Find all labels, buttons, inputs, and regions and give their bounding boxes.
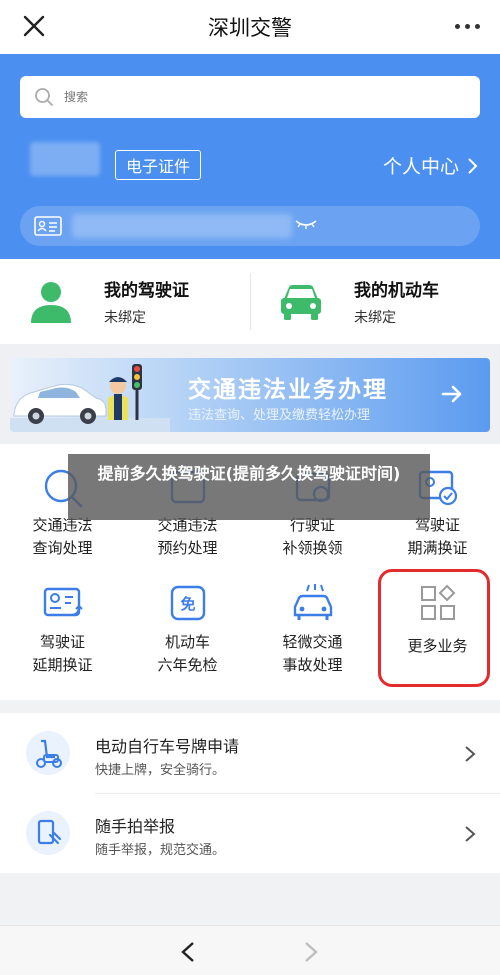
grid-label-line2: 补领换领: [282, 539, 343, 557]
id-card-icon: [34, 216, 62, 236]
card-status: 未绑定: [104, 310, 146, 326]
id-card-bar[interactable]: [20, 206, 480, 246]
grid-label-line2: 期满换证: [407, 539, 468, 557]
list-item-title: 电动自行车号牌申请: [95, 737, 240, 756]
scooter-icon: [26, 731, 70, 775]
list-item-subtitle: 快捷上牌，安全骑行。: [95, 763, 226, 778]
search-input[interactable]: [64, 90, 444, 104]
svg-text:免: 免: [180, 595, 195, 613]
forward-arrow-icon[interactable]: [303, 941, 319, 963]
chevron-right-icon: [465, 746, 476, 762]
list-item-title: 随手拍举报: [95, 817, 176, 836]
search-bar[interactable]: [20, 76, 480, 118]
inspection-exempt-icon: 免: [170, 585, 205, 621]
list-item-photo-report[interactable]: 随手拍举报 随手举报，规范交通。: [0, 793, 500, 873]
banner-illustration: [10, 364, 170, 432]
grid-label-line2: 预约处理: [157, 539, 218, 557]
grid-label-line1: 轻微交通: [282, 633, 343, 651]
grid-item-minor-accident[interactable]: 轻微交通 事故处理: [250, 581, 375, 677]
driver-license-card[interactable]: 我的驾驶证 未绑定: [0, 259, 250, 344]
vehicle-card[interactable]: 我的机动车 未绑定: [250, 259, 500, 344]
grid-item-license-extension[interactable]: 驾驶证 延期换证: [0, 581, 125, 677]
grid-label-line2: 六年免检: [157, 656, 218, 674]
id-number-masked: [72, 214, 292, 238]
list-item-subtitle: 随手举报，规范交通。: [95, 843, 226, 858]
service-list: 电动自行车号牌申请 快捷上牌，安全骑行。 随手拍举报 随手举报，规范交通。: [0, 713, 500, 873]
traffic-violation-banner[interactable]: 交通违法业务办理 违法查询、处理及缴费轻松办理: [10, 358, 490, 432]
banner-title: 交通违法业务办理: [188, 377, 388, 403]
grid-label-line1: 驾驶证: [39, 633, 85, 651]
grid-label-line1: 机动车: [164, 633, 210, 651]
close-icon[interactable]: [20, 12, 48, 40]
grid-label-line2: 查询处理: [32, 539, 93, 557]
chevron-right-icon: [468, 157, 478, 174]
license-extension-icon: [43, 587, 83, 617]
more-menu-icon[interactable]: [455, 24, 480, 29]
article-caption-overlay: 提前多久换驾驶证(提前多久换驾驶证时间): [68, 454, 430, 520]
search-icon: [35, 88, 53, 106]
grid-label-line2: 延期换证: [32, 656, 93, 674]
personal-center-link[interactable]: 个人中心: [383, 152, 478, 179]
card-status: 未绑定: [354, 310, 396, 326]
grid-label-line2: 事故处理: [282, 656, 343, 674]
phone-report-icon: [26, 811, 70, 855]
car-icon: [281, 284, 321, 320]
eye-closed-icon[interactable]: [294, 218, 318, 230]
arrow-right-icon: [441, 385, 462, 403]
back-arrow-icon[interactable]: [180, 941, 196, 963]
chevron-right-icon: [465, 826, 476, 842]
card-title: 我的驾驶证: [104, 281, 189, 301]
binding-cards: 我的驾驶证 未绑定 我的机动车 未绑定: [0, 259, 500, 344]
personal-center-label: 个人中心: [382, 156, 459, 178]
banner-section: 交通违法业务办理 违法查询、处理及缴费轻松办理: [0, 344, 500, 444]
banner-subtitle: 违法查询、处理及缴费轻松办理: [188, 408, 371, 423]
top-bar: 深圳交警: [0, 0, 500, 54]
avatar: [30, 142, 100, 176]
electronic-cert-button[interactable]: 电子证件: [115, 150, 202, 180]
more-services-highlight: [378, 569, 490, 687]
browser-nav-bar: [0, 925, 500, 975]
page-title: 深圳交警: [208, 16, 292, 40]
list-item-ebike-plate[interactable]: 电动自行车号牌申请 快捷上牌，安全骑行。: [0, 713, 500, 794]
grid-item-six-year-exemption[interactable]: 免 机动车 六年免检: [125, 581, 250, 677]
hero-header: 电子证件 个人中心: [0, 54, 500, 259]
car-accident-icon: [293, 584, 332, 620]
card-title: 我的机动车: [354, 281, 439, 301]
person-icon: [31, 281, 71, 323]
